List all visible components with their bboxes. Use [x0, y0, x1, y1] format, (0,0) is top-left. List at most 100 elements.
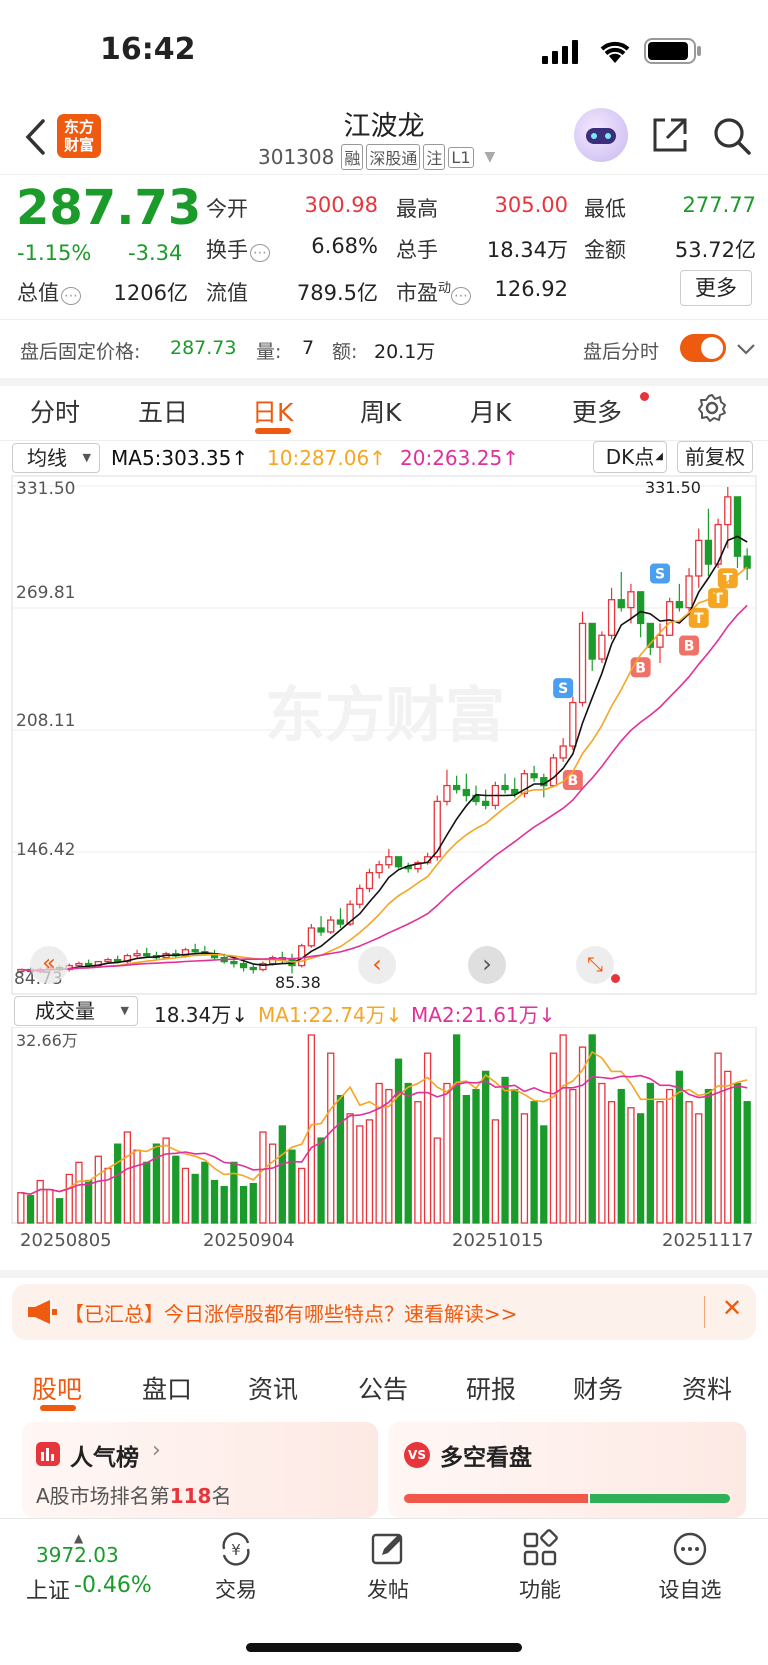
volume-bar	[172, 1155, 180, 1224]
volume-bar	[617, 1088, 625, 1224]
after-hours-toggle[interactable]	[680, 334, 726, 362]
volume-bar	[714, 1052, 722, 1224]
badge-level: L1	[448, 146, 474, 168]
tab-forum[interactable]: 股吧	[32, 1370, 82, 1406]
index-name: 上证	[26, 1579, 71, 1604]
volume-bar	[482, 1070, 490, 1224]
volume-indicator-select[interactable]: 成交量 ▼	[14, 996, 138, 1026]
stock-code: 301308	[258, 145, 335, 169]
nav-trade[interactable]: ¥ 交易	[196, 1529, 276, 1604]
high-label: 最高	[396, 197, 438, 221]
adjust-button[interactable]: 前复权	[677, 441, 753, 473]
volume-bar	[569, 1088, 577, 1224]
candle-body	[385, 856, 393, 866]
volume-bar	[133, 1149, 141, 1224]
chevron-down-icon[interactable]: ▼	[485, 149, 496, 165]
high-annotation: 331.50	[645, 478, 701, 497]
candle-body	[656, 634, 664, 648]
candle-body	[743, 555, 751, 569]
info-dots-icon[interactable]: ⋯	[451, 287, 472, 305]
info-dots-icon[interactable]: ⋯	[61, 287, 81, 305]
watermark: 东方财富	[265, 681, 505, 751]
float-label: 流值	[206, 281, 248, 305]
nav-customize[interactable]: 设自选	[650, 1529, 730, 1604]
indicator-select[interactable]: 均线 ▼	[12, 443, 100, 473]
nav-post[interactable]: 发帖	[348, 1529, 428, 1604]
candle	[695, 528, 703, 588]
volume-value: 18.34万↓	[154, 1003, 249, 1027]
tab-daily-k[interactable]: 日K	[252, 393, 293, 429]
tab-news[interactable]: 资讯	[248, 1370, 298, 1406]
expand-icon[interactable]: ⤡	[576, 946, 614, 984]
volume-bar	[210, 1179, 219, 1224]
candle	[404, 862, 412, 873]
candle	[452, 775, 461, 794]
robot-avatar-icon[interactable]	[574, 108, 628, 162]
search-icon[interactable]	[712, 116, 752, 156]
popularity-title: 人气榜	[70, 1445, 139, 1471]
info-tab-indicator	[40, 1405, 76, 1411]
chevron-down-icon[interactable]	[736, 342, 756, 356]
index-widget[interactable]: ▲ 3972.03 上证 -0.46%	[22, 1531, 162, 1617]
low-annotation: 85.38	[275, 973, 321, 992]
candle	[666, 597, 674, 636]
nav-functions[interactable]: 功能	[500, 1529, 580, 1604]
dk-point-button[interactable]: DK点 ◢	[593, 441, 667, 473]
after-hours-vol-label: 量:	[256, 341, 282, 363]
candle	[123, 953, 132, 964]
tab-profile[interactable]: 资料	[682, 1370, 732, 1406]
date-label-4: 20251117	[662, 1230, 754, 1251]
candle	[540, 773, 548, 798]
volume-bar	[743, 1101, 751, 1224]
volume-bar	[356, 1125, 364, 1224]
volume-chart[interactable]: 32.66万	[0, 1027, 768, 1227]
candle	[569, 696, 577, 751]
candle-body	[191, 949, 199, 953]
volume-bar	[104, 1167, 112, 1224]
volume-bar	[704, 1088, 713, 1224]
tab-order-book[interactable]: 盘口	[142, 1370, 192, 1406]
news-text: 【已汇总】今日涨停股都有哪些特点？速看解读>>	[64, 1302, 518, 1326]
candle	[578, 611, 587, 707]
candle-body	[375, 864, 383, 874]
volume-bar	[162, 1137, 170, 1224]
volume-bar	[94, 1155, 102, 1224]
candle	[133, 949, 141, 958]
candle	[588, 622, 596, 671]
tab-weekly-k[interactable]: 周K	[360, 393, 401, 429]
close-icon[interactable]: ✕	[722, 1294, 742, 1322]
tab-monthly-k[interactable]: 月K	[470, 393, 511, 429]
zoom-out-chevrons-icon[interactable]: «	[30, 946, 68, 984]
kline-chart[interactable]: 东方财富 SSBBBTTT 331.50 269.81 208.11 146.4…	[0, 474, 768, 996]
tab-intraday[interactable]: 分时	[30, 393, 80, 429]
nav-customize-label: 设自选	[658, 1578, 722, 1602]
scroll-right-icon[interactable]: ›	[468, 946, 506, 984]
volume-label: 总手	[396, 238, 438, 262]
candle	[501, 773, 509, 794]
y-label-3: 208.11	[16, 711, 75, 731]
tab-announcements[interactable]: 公告	[358, 1370, 408, 1406]
last-price: 287.73	[16, 180, 202, 236]
tab-financials[interactable]: 财务	[573, 1370, 623, 1406]
popularity-card[interactable]: 人气榜 › A股市场排名第118名	[22, 1422, 378, 1518]
tab-five-day[interactable]: 五日	[138, 393, 188, 429]
more-button[interactable]: 更多	[680, 270, 752, 306]
volume-value: 18.34万	[486, 238, 568, 262]
expand-dot-badge	[611, 974, 620, 983]
candle	[307, 924, 316, 948]
tab-research[interactable]: 研报	[466, 1370, 516, 1406]
news-banner[interactable]: 【已汇总】今日涨停股都有哪些特点？速看解读>> ✕	[12, 1284, 756, 1340]
share-icon[interactable]	[651, 116, 689, 154]
candle	[462, 773, 470, 802]
scroll-left-icon[interactable]: ‹	[358, 946, 396, 984]
bull-bear-card[interactable]: VS 多空看盘	[388, 1422, 746, 1518]
candle-body	[462, 788, 470, 797]
gear-icon[interactable]	[697, 393, 727, 423]
volume-bar	[627, 1107, 635, 1224]
marker-label: B	[684, 639, 695, 655]
candle-body	[588, 622, 596, 660]
after-hours-label: 盘后固定价格:	[20, 341, 141, 363]
info-dots-icon[interactable]: ⋯	[250, 244, 270, 262]
candle-body	[482, 800, 490, 807]
tab-more[interactable]: 更多	[572, 393, 622, 429]
